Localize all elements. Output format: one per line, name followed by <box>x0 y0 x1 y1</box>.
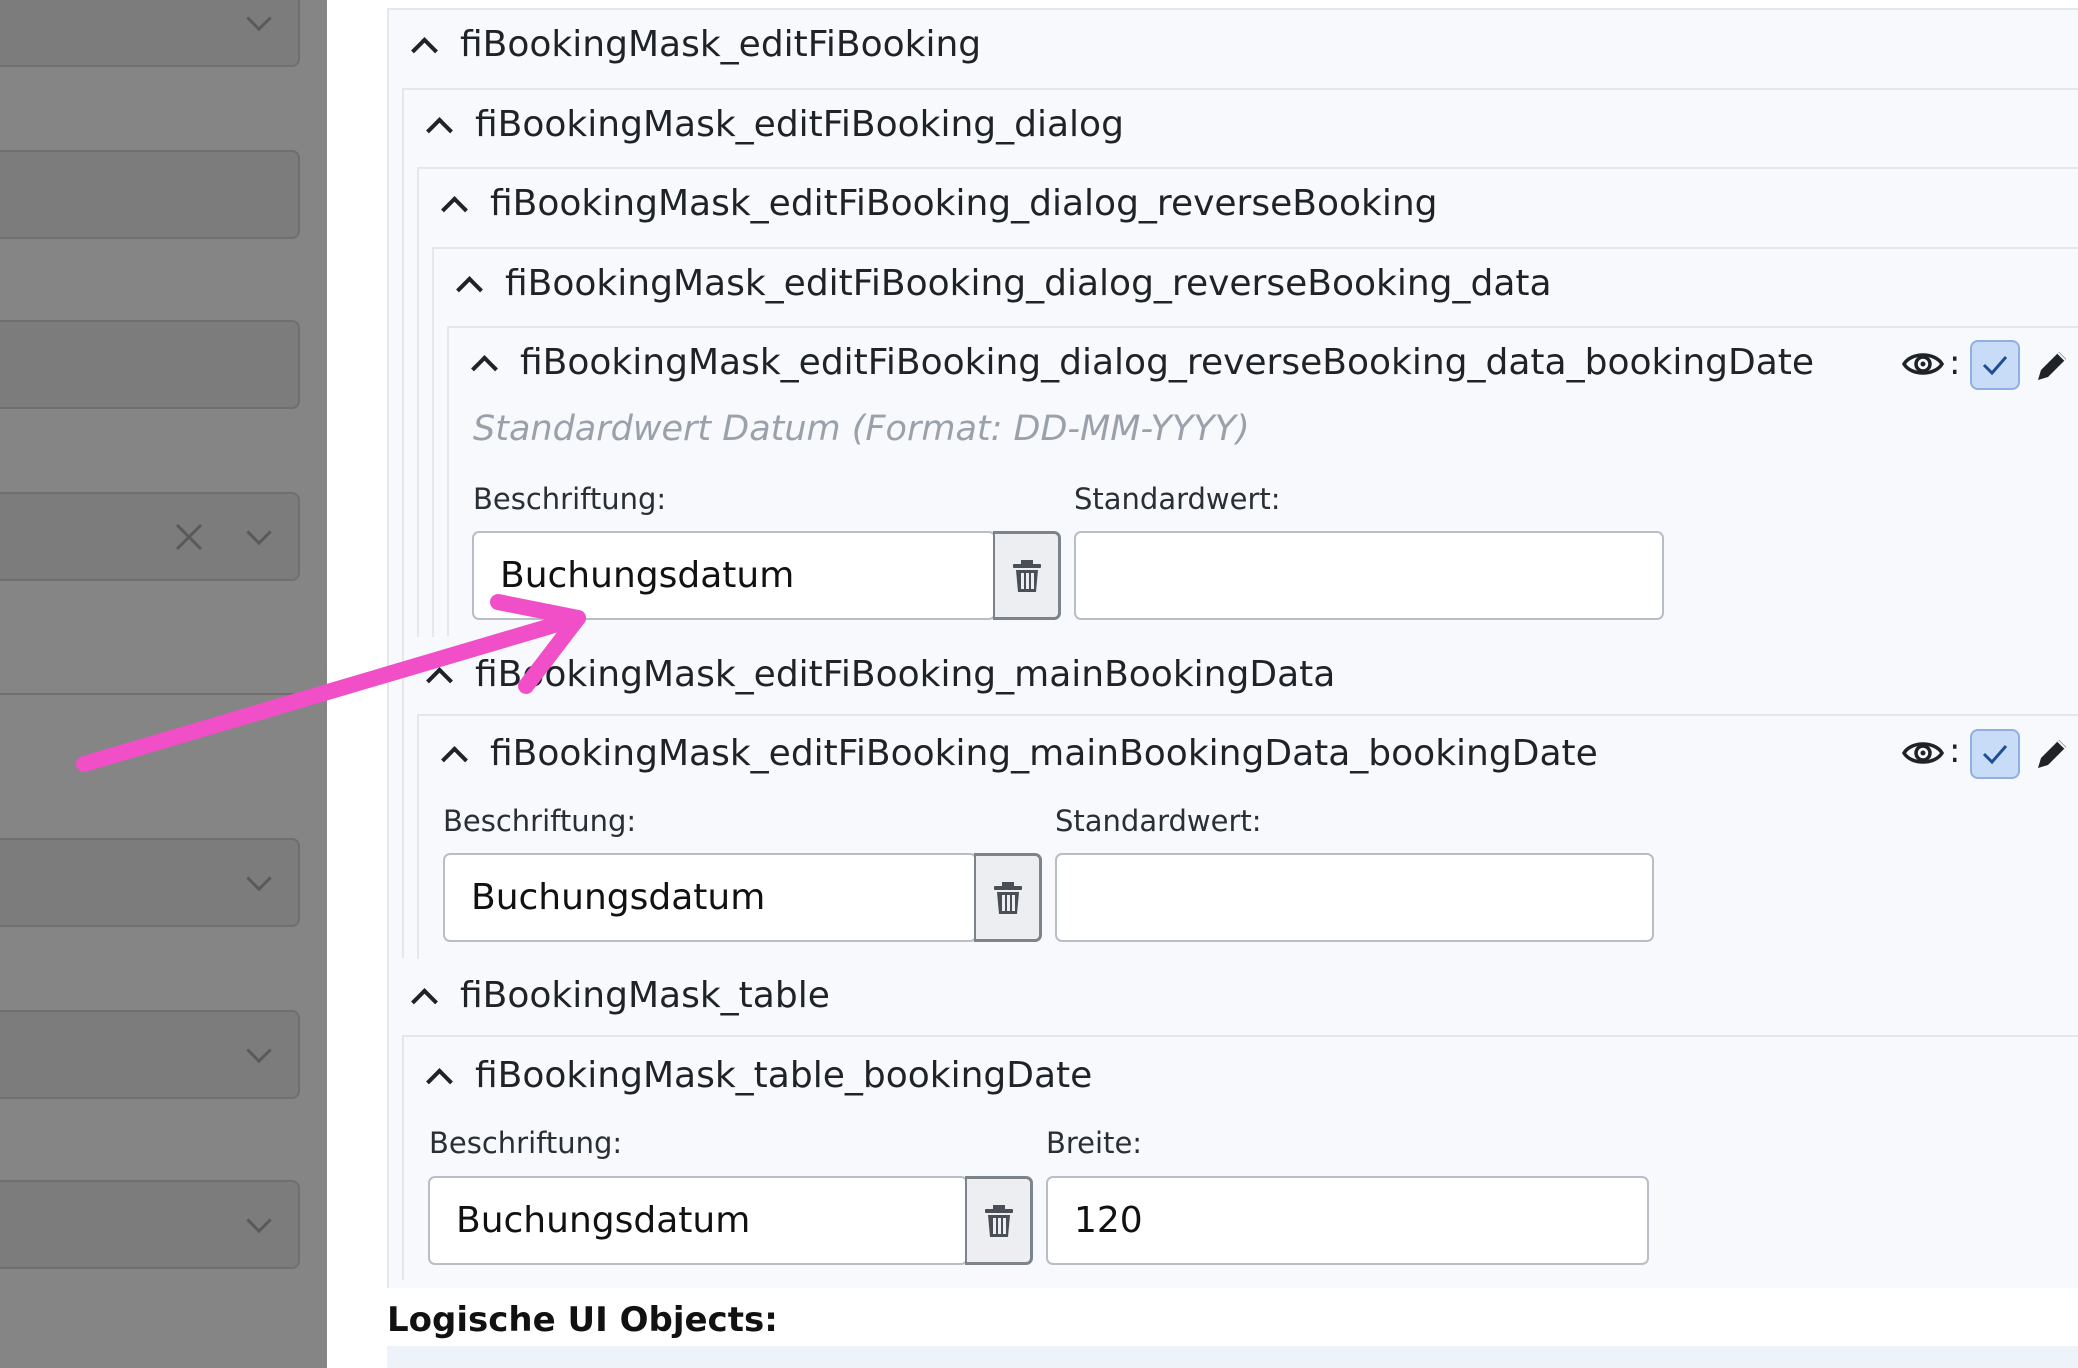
pencil-icon[interactable] <box>2032 734 2072 774</box>
default-value-input[interactable] <box>1074 531 1664 620</box>
logical-ui-objects-title: Logische UI Objects: <box>387 1300 778 1340</box>
toggle-editFiBooking[interactable]: fiBookingMask_editFiBooking <box>411 24 982 65</box>
logical-ui-objects-panel <box>387 1346 2078 1368</box>
caption-input-value: Buchungsdatum <box>500 555 795 596</box>
default-value-input[interactable] <box>1055 853 1654 942</box>
section-title: fiBookingMask_editFiBooking_dialog_rever… <box>520 342 1815 383</box>
sidebar-select-2[interactable] <box>0 492 300 581</box>
section-title: fiBookingMask_table_bookingDate <box>475 1055 1093 1096</box>
section-title: fiBookingMask_editFiBooking_mainBookingD… <box>490 733 1598 774</box>
toggle-reverseBooking-bookingDate[interactable]: fiBookingMask_editFiBooking_dialog_rever… <box>471 342 1815 383</box>
delete-caption-button[interactable] <box>974 853 1042 942</box>
width-input-value: 120 <box>1074 1200 1143 1241</box>
toggle-mainBookingData[interactable]: fiBookingMask_editFiBooking_mainBookingD… <box>426 654 1336 695</box>
sidebar-select-5[interactable] <box>0 1180 300 1269</box>
caption-label: Beschriftung: <box>429 1126 623 1160</box>
main-panel: fiBookingMask_editFiBooking fiBookingMas… <box>327 0 2078 1368</box>
chevron-up-icon <box>441 196 468 223</box>
chevron-down-icon <box>246 865 272 891</box>
sidebar-select-4[interactable] <box>0 1010 300 1099</box>
toggle-table-bookingDate[interactable]: fiBookingMask_table_bookingDate <box>426 1055 1093 1096</box>
separator-colon: : <box>1949 343 1961 383</box>
caption-input[interactable]: Buchungsdatum <box>443 853 977 942</box>
caption-input[interactable]: Buchungsdatum <box>472 531 996 620</box>
sidebar-select-3[interactable] <box>0 838 300 927</box>
caption-label: Beschriftung: <box>473 482 667 516</box>
toggle-dialog[interactable]: fiBookingMask_editFiBooking_dialog <box>426 104 1124 145</box>
delete-caption-button[interactable] <box>965 1176 1033 1265</box>
section-title: fiBookingMask_table <box>460 975 830 1016</box>
toggle-table[interactable]: fiBookingMask_table <box>411 975 830 1016</box>
default-value-hint: Standardwert Datum (Format: DD-MM-YYYY) <box>473 409 1250 449</box>
checkbox-checked-icon[interactable] <box>1970 340 2020 390</box>
sidebar-overlay <box>0 0 327 1368</box>
checkbox-checked-icon[interactable] <box>1970 729 2020 779</box>
chevron-down-icon <box>246 5 272 31</box>
chevron-up-icon <box>471 355 498 382</box>
section-title: fiBookingMask_editFiBooking_mainBookingD… <box>475 654 1336 695</box>
section-title: fiBookingMask_editFiBooking_dialog_rever… <box>490 183 1438 224</box>
trash-icon <box>1012 559 1041 592</box>
trash-icon <box>993 881 1022 914</box>
chevron-up-icon <box>456 276 483 303</box>
pencil-icon[interactable] <box>2032 346 2072 386</box>
chevron-down-icon <box>246 1207 272 1233</box>
sidebar-input-1[interactable] <box>0 150 300 239</box>
clear-x-icon[interactable] <box>172 520 206 554</box>
toggle-mainBookingData-bookingDate[interactable]: fiBookingMask_editFiBooking_mainBookingD… <box>441 733 1598 774</box>
default-value-label: Standardwert: <box>1055 804 1262 838</box>
toggle-reverseBooking[interactable]: fiBookingMask_editFiBooking_dialog_rever… <box>441 183 1438 224</box>
trash-icon <box>984 1204 1013 1237</box>
caption-input-value: Buchungsdatum <box>456 1200 751 1241</box>
chevron-up-icon <box>426 1068 453 1095</box>
sidebar-divider <box>0 693 300 695</box>
section-title: fiBookingMask_editFiBooking_dialog <box>475 104 1124 145</box>
chevron-up-icon <box>426 117 453 144</box>
chevron-up-icon <box>411 37 438 64</box>
section-title: fiBookingMask_editFiBooking_dialog_rever… <box>505 263 1552 304</box>
delete-caption-button[interactable] <box>993 531 1061 620</box>
width-label: Breite: <box>1046 1126 1143 1160</box>
section-title: fiBookingMask_editFiBooking <box>460 24 982 65</box>
caption-input-value: Buchungsdatum <box>471 877 766 918</box>
sidebar-select-1[interactable] <box>0 0 300 67</box>
sidebar-input-2[interactable] <box>0 320 300 409</box>
chevron-up-icon <box>426 667 453 694</box>
chevron-down-icon <box>246 1037 272 1063</box>
chevron-up-icon <box>441 746 468 773</box>
separator-colon: : <box>1949 731 1961 771</box>
chevron-up-icon <box>411 988 438 1015</box>
chevron-down-icon <box>246 519 272 545</box>
width-input[interactable]: 120 <box>1046 1176 1649 1265</box>
eye-icon[interactable] <box>1901 347 1945 381</box>
caption-label: Beschriftung: <box>443 804 637 838</box>
eye-icon[interactable] <box>1901 736 1945 770</box>
toggle-reverseBooking-data[interactable]: fiBookingMask_editFiBooking_dialog_rever… <box>456 263 1552 304</box>
caption-input[interactable]: Buchungsdatum <box>428 1176 968 1265</box>
default-value-label: Standardwert: <box>1074 482 1281 516</box>
